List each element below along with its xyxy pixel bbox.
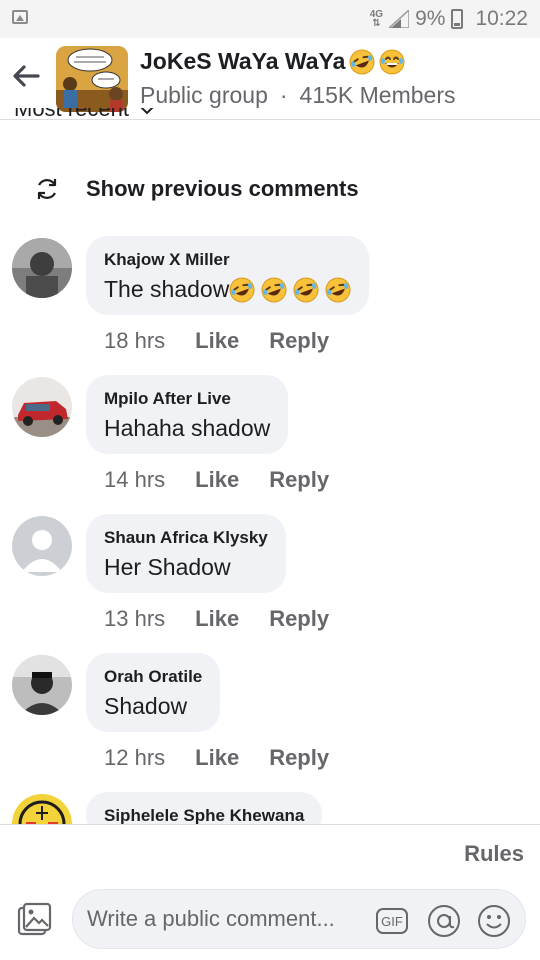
avatar[interactable]	[12, 794, 72, 824]
rolling-laughing-emoji	[293, 277, 319, 302]
comment-author[interactable]: Khajow X Miller	[104, 250, 351, 270]
comment-item: Orah Oratile Shadow 12 hrs Like Reply	[0, 647, 540, 786]
smiley-icon[interactable]	[477, 904, 511, 938]
comment-text: The shadow	[104, 276, 351, 303]
reply-button[interactable]: Reply	[269, 606, 329, 632]
mention-icon[interactable]	[427, 904, 461, 938]
comment-text-content: The shadow	[104, 276, 230, 302]
rolling-laughing-emoji	[261, 277, 287, 302]
comment-item: Mpilo After Live Hahaha shadow 14 hrs Li…	[0, 369, 540, 508]
chevron-down-icon	[140, 108, 154, 115]
comment-timestamp[interactable]: 12 hrs	[104, 745, 165, 771]
comment-bubble[interactable]: Shaun Africa Klysky Her Shadow	[86, 514, 286, 593]
comment-text: Her Shadow	[104, 554, 268, 581]
comment-item: Khajow X Miller The shadow 18 hrs Like R…	[0, 230, 540, 369]
comment-author[interactable]: Shaun Africa Klysky	[104, 528, 268, 548]
gif-icon[interactable]: GIF	[375, 904, 409, 938]
profile-photo-image	[12, 238, 72, 298]
comment-actions: 13 hrs Like Reply	[104, 606, 329, 632]
comment-item: Shaun Africa Klysky Her Shadow 13 hrs Li…	[0, 508, 540, 647]
group-member-count: 415K Members	[299, 82, 456, 108]
sort-label: Most recent	[14, 108, 129, 121]
avatar[interactable]	[12, 377, 72, 437]
avatar[interactable]	[12, 655, 72, 715]
signal-icon	[389, 10, 410, 28]
group-privacy: Public group	[140, 82, 268, 108]
comment-author[interactable]: Mpilo After Live	[104, 389, 270, 409]
comment-bubble[interactable]: Khajow X Miller The shadow	[86, 236, 370, 315]
cartoon-thumbnail-image	[56, 46, 128, 112]
comment-bubble[interactable]: Siphelele Sphe Khewana	[86, 792, 323, 824]
group-name-text: JoKeS WaYa WaYa	[140, 48, 346, 74]
clock-time: 10:22	[475, 7, 528, 30]
comment-timestamp[interactable]: 14 hrs	[104, 467, 165, 493]
show-previous-comments-label: Show previous comments	[86, 176, 359, 201]
rolling-laughing-emoji	[229, 277, 255, 302]
group-meta: Public group · 415K Members	[140, 82, 456, 109]
status-bar: 4G ⇅ 9% 10:22	[0, 0, 540, 38]
grin-sweat-emoji	[379, 49, 405, 74]
back-arrow-icon[interactable]	[10, 60, 42, 92]
show-previous-comments-button[interactable]: Show previous comments	[34, 174, 359, 204]
meta-separator: ·	[279, 82, 288, 108]
comment-text-content: Hahaha shadow	[104, 415, 271, 441]
group-cover-thumbnail[interactable]	[56, 46, 128, 112]
comment-composer-bar: Rules GIF	[0, 824, 540, 960]
status-indicators: 4G ⇅ 9% 10:22	[370, 6, 528, 32]
comment-text: Shadow	[104, 693, 202, 720]
rules-link[interactable]: Rules	[464, 841, 524, 867]
reply-button[interactable]: Reply	[269, 745, 329, 771]
reply-button[interactable]: Reply	[269, 328, 329, 354]
comment-input-box[interactable]: GIF	[72, 889, 526, 949]
profile-photo-image	[12, 655, 72, 715]
battery-percent: 9%	[415, 7, 446, 30]
gif-label: GIF	[381, 914, 403, 929]
default-avatar-icon	[12, 516, 72, 576]
network-4g-icon: 4G ⇅	[369, 9, 384, 29]
comment-input[interactable]	[87, 902, 377, 936]
comment-actions: 12 hrs Like Reply	[104, 745, 329, 771]
like-button[interactable]: Like	[195, 606, 239, 632]
comment-timestamp[interactable]: 18 hrs	[104, 328, 165, 354]
comment-text-content: Her Shadow	[104, 554, 231, 580]
group-name[interactable]: JoKeS WaYa WaYa	[140, 48, 405, 75]
comment-bubble[interactable]: Mpilo After Live Hahaha shadow	[86, 375, 289, 454]
comment-timestamp[interactable]: 13 hrs	[104, 606, 165, 632]
like-button[interactable]: Like	[195, 467, 239, 493]
comment-actions: 14 hrs Like Reply	[104, 467, 329, 493]
comment-author[interactable]: Siphelele Sphe Khewana	[104, 806, 304, 824]
like-button[interactable]: Like	[195, 328, 239, 354]
rolling-laughing-emoji	[325, 277, 351, 302]
network-label: 4G	[369, 9, 384, 20]
comment-author[interactable]: Orah Oratile	[104, 667, 202, 687]
comment-item: Siphelele Sphe Khewana	[0, 786, 540, 824]
profile-photo-image	[12, 377, 72, 437]
comment-text-content: Shadow	[104, 693, 188, 719]
gallery-icon[interactable]	[16, 901, 52, 937]
comment-sort-selector[interactable]: Most recent	[0, 108, 540, 136]
like-button[interactable]: Like	[195, 745, 239, 771]
profile-photo-image	[12, 794, 72, 824]
reply-button[interactable]: Reply	[269, 467, 329, 493]
rolling-laughing-emoji	[349, 49, 375, 74]
comment-actions: 18 hrs Like Reply	[104, 328, 329, 354]
image-icon	[12, 10, 28, 24]
comment-text: Hahaha shadow	[104, 415, 270, 442]
avatar[interactable]	[12, 516, 72, 576]
battery-icon	[451, 9, 464, 29]
refresh-icon	[37, 179, 57, 199]
comments-list: Khajow X Miller The shadow 18 hrs Like R…	[0, 230, 540, 824]
avatar[interactable]	[12, 238, 72, 298]
comment-bubble[interactable]: Orah Oratile Shadow	[86, 653, 221, 732]
